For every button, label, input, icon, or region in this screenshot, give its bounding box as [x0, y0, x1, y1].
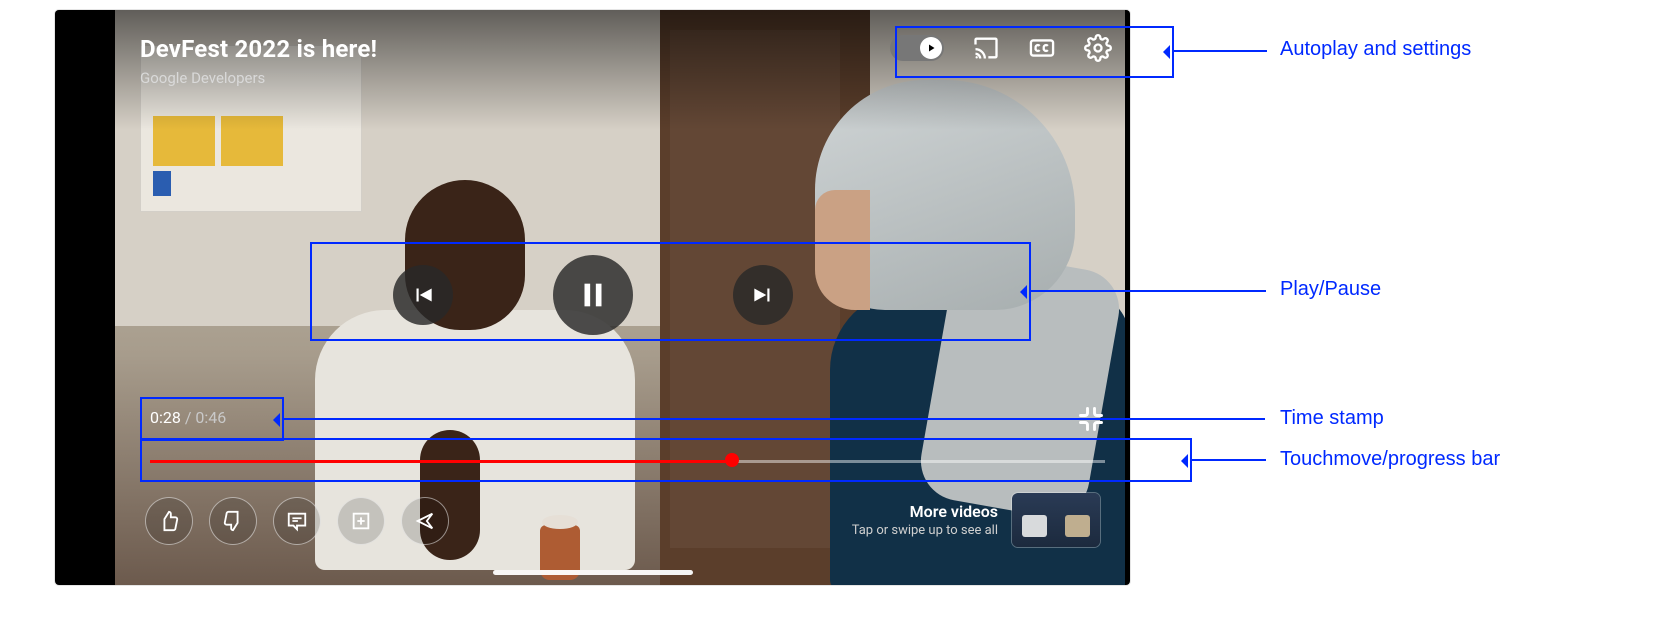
progress-thumb[interactable]: [725, 453, 739, 467]
autoplay-toggle[interactable]: [890, 35, 944, 61]
duration: 0:46: [195, 408, 226, 427]
video-title-block[interactable]: DevFest 2022 is here! Google Developers: [140, 35, 385, 87]
progress-fill: [150, 460, 732, 463]
more-videos-title: More videos: [852, 502, 998, 521]
dislike-button[interactable]: [209, 497, 257, 545]
annotation-arrow: [1172, 50, 1267, 52]
annotation-label-playpause: Play/Pause: [1280, 278, 1381, 301]
comments-button[interactable]: [273, 497, 321, 545]
more-videos-hint: Tap or swipe up to see all: [852, 523, 998, 538]
playback-controls: [55, 250, 1130, 340]
share-button[interactable]: [401, 497, 449, 545]
captions-icon[interactable]: [1028, 34, 1056, 62]
annotation-arrow: [1190, 459, 1266, 461]
channel-name: Google Developers: [140, 69, 385, 87]
video-title: DevFest 2022 is here!: [140, 35, 377, 63]
cast-icon[interactable]: [972, 34, 1000, 62]
annotation-arrow: [282, 418, 1265, 420]
like-button[interactable]: [145, 497, 193, 545]
home-indicator: [493, 570, 693, 575]
more-videos[interactable]: More videos Tap or swipe up to see all: [852, 493, 1100, 547]
current-time: 0:28: [150, 408, 181, 427]
previous-button[interactable]: [393, 265, 453, 325]
save-button[interactable]: [337, 497, 385, 545]
annotation-arrow: [1029, 290, 1266, 292]
next-button[interactable]: [733, 265, 793, 325]
pause-button[interactable]: [553, 255, 633, 335]
video-player[interactable]: DevFest 2022 is here! Google Developers: [55, 10, 1130, 585]
progress-bar[interactable]: [150, 458, 1105, 464]
top-right-controls: [890, 28, 1112, 68]
more-videos-thumbnail[interactable]: [1012, 493, 1100, 547]
action-bar: [145, 497, 449, 545]
timestamp: 0:28 / 0:46: [150, 408, 226, 427]
gear-icon[interactable]: [1084, 34, 1112, 62]
annotation-label-autoplay: Autoplay and settings: [1280, 38, 1471, 61]
annotation-label-progress: Touchmove/progress bar: [1280, 448, 1500, 471]
annotation-label-timestamp: Time stamp: [1280, 407, 1384, 430]
